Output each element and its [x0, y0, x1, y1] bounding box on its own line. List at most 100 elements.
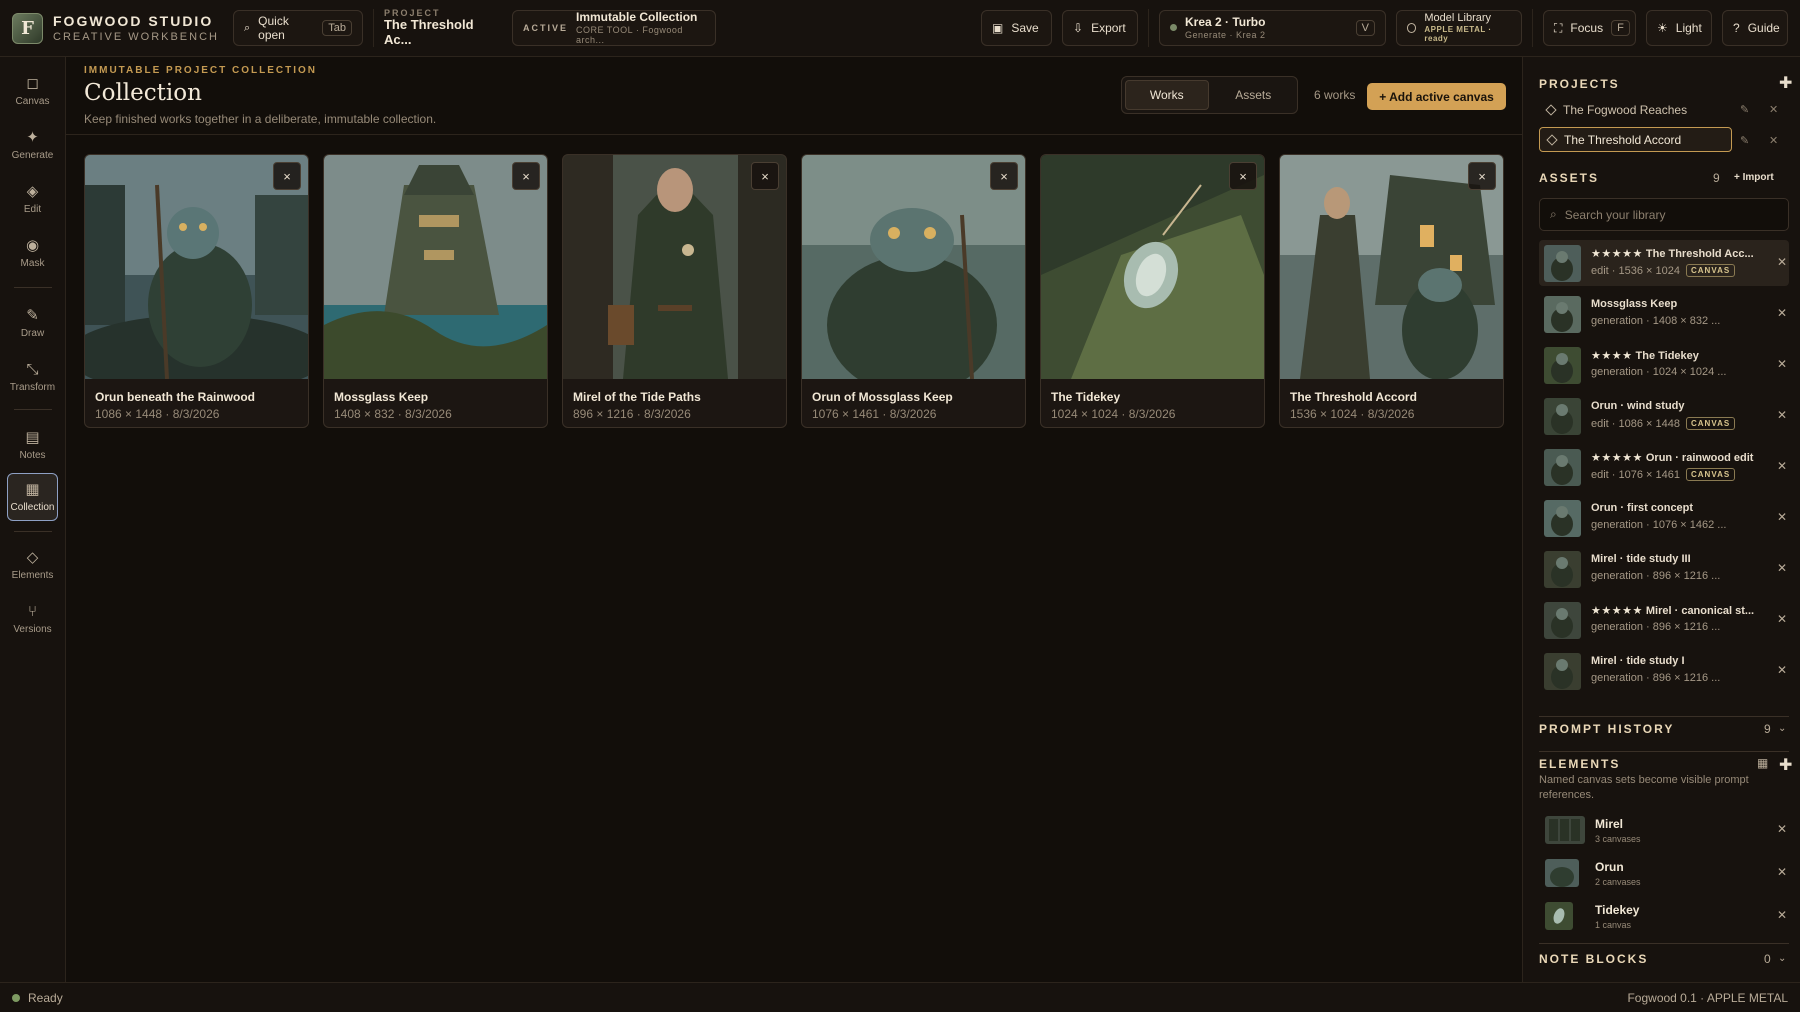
- rail-item-draw[interactable]: ✎ Draw: [7, 299, 58, 347]
- project-item[interactable]: The Threshold Accord: [1539, 127, 1732, 152]
- library-search-input[interactable]: [1564, 207, 1775, 222]
- brand: FOGWOOD STUDIO CREATIVE WORKBENCH: [53, 14, 219, 43]
- remove-element-icon[interactable]: ✕: [1777, 822, 1787, 836]
- rail-item-elements[interactable]: ◇ Elements: [7, 541, 58, 589]
- remove-asset-icon[interactable]: ✕: [1777, 561, 1787, 575]
- chevron-down-icon[interactable]: ⌄: [1778, 953, 1786, 964]
- prompt-history-title[interactable]: PROMPT HISTORY: [1539, 722, 1674, 736]
- remove-asset-icon[interactable]: ✕: [1777, 306, 1787, 320]
- project-switcher[interactable]: PROJECT The Threshold Ac...: [384, 8, 502, 48]
- tab-works[interactable]: Works: [1125, 80, 1209, 110]
- remove-asset-icon[interactable]: ✕: [1777, 510, 1787, 524]
- asset-item[interactable]: Mirel · tide study I generation · 896 × 1…: [1539, 648, 1789, 694]
- asset-item[interactable]: ★★★★ The Tidekey generation · 1024 × 1024…: [1539, 342, 1789, 388]
- note-blocks-title[interactable]: NOTE BLOCKS: [1539, 952, 1648, 966]
- remove-asset-icon[interactable]: ✕: [1777, 663, 1787, 677]
- save-label: Save: [1011, 21, 1039, 35]
- theme-toggle-button[interactable]: ☀ Light: [1646, 10, 1712, 46]
- export-button[interactable]: ⇩ Export: [1062, 10, 1138, 46]
- quick-open-shortcut: Tab: [322, 20, 352, 36]
- remove-asset-icon[interactable]: ✕: [1777, 255, 1787, 269]
- remove-work-button[interactable]: ×: [751, 162, 779, 190]
- work-card[interactable]: × Mirel of the Tide Paths 896 × 1216 · 8…: [562, 154, 787, 428]
- rail-divider: [14, 287, 52, 288]
- asset-meta-text: generation · 1408 × 832 ...: [1591, 315, 1721, 327]
- remove-element-icon[interactable]: ✕: [1777, 908, 1787, 922]
- remove-work-button[interactable]: ×: [1468, 162, 1496, 190]
- asset-meta: edit · 1086 × 1448 CANVAS: [1591, 417, 1736, 430]
- asset-title: Orun · first concept: [1591, 502, 1693, 514]
- note-blocks-count: 0: [1764, 952, 1771, 966]
- asset-meta-text: generation · 1024 × 1024 ...: [1591, 366, 1727, 378]
- asset-meta: generation · 896 × 1216 ...: [1591, 672, 1720, 684]
- guide-button[interactable]: ? Guide: [1722, 10, 1788, 46]
- remove-work-button[interactable]: ×: [1229, 162, 1257, 190]
- element-name: Orun: [1595, 860, 1624, 874]
- rail-item-edit[interactable]: ◈ Edit: [7, 175, 58, 223]
- rail-item-canvas[interactable]: ◻ Canvas: [7, 67, 58, 115]
- grid-view-icon[interactable]: ▦: [1757, 756, 1768, 770]
- chevron-down-icon[interactable]: ⌄: [1778, 723, 1786, 734]
- work-card[interactable]: × The Threshold Accord 1536 × 1024 · 8/3…: [1279, 154, 1504, 428]
- asset-item[interactable]: Mossglass Keep generation · 1408 × 832 ..…: [1539, 291, 1789, 337]
- model-library-button[interactable]: Model Library APPLE METAL · ready: [1396, 10, 1522, 46]
- asset-item[interactable]: Orun · wind study edit · 1086 × 1448 CANVA…: [1539, 393, 1789, 439]
- remove-work-button[interactable]: ×: [273, 162, 301, 190]
- rail-item-generate[interactable]: ✦ Generate: [7, 121, 58, 169]
- rename-project-icon[interactable]: ✎: [1740, 103, 1749, 116]
- remove-asset-icon[interactable]: ✕: [1777, 612, 1787, 626]
- asset-meta: generation · 1024 × 1024 ...: [1591, 366, 1726, 378]
- sun-icon: ☀: [1657, 21, 1668, 35]
- active-tool-indicator[interactable]: ACTIVE Immutable Collection CORE TOOL · …: [511, 10, 716, 46]
- element-item[interactable]: Mirel 3 canvases ✕: [1539, 812, 1789, 850]
- asset-item[interactable]: Mirel · tide study III generation · 896 ×…: [1539, 546, 1789, 592]
- add-active-canvas-button[interactable]: + Add active canvas: [1367, 83, 1506, 110]
- asset-item[interactable]: ★★★★★ The Threshold Acc... edit · 1536 × …: [1539, 240, 1789, 286]
- remove-element-icon[interactable]: ✕: [1777, 865, 1787, 879]
- asset-item[interactable]: Orun · first concept generation · 1076 × …: [1539, 495, 1789, 541]
- delete-project-icon[interactable]: ✕: [1769, 103, 1778, 116]
- remove-asset-icon[interactable]: ✕: [1777, 459, 1787, 473]
- save-icon: ▣: [992, 21, 1004, 35]
- asset-item[interactable]: ★★★★★ Mirel · canonical st... generation …: [1539, 597, 1789, 643]
- element-item[interactable]: Tidekey 1 canvas ✕: [1539, 898, 1789, 936]
- circle-icon: ◉: [25, 236, 40, 254]
- work-card[interactable]: × Mossglass Keep 1408 × 832 · 8/3/2026: [323, 154, 548, 428]
- notes-icon: ▤: [25, 428, 40, 446]
- asset-thumbnail: [1544, 602, 1581, 639]
- model-library-status: APPLE METAL · ready: [1424, 25, 1492, 44]
- delete-project-icon[interactable]: ✕: [1769, 134, 1778, 147]
- element-item[interactable]: Orun 2 canvases ✕: [1539, 855, 1789, 893]
- work-title: Mirel of the Tide Paths: [573, 390, 701, 404]
- model-selector[interactable]: Krea 2 · Turbo Generate · Krea 2 V: [1159, 10, 1386, 46]
- add-project-button[interactable]: ✚: [1779, 73, 1792, 93]
- remove-asset-icon[interactable]: ✕: [1777, 357, 1787, 371]
- work-card[interactable]: × Orun beneath the Rainwood 1086 × 1448 …: [84, 154, 309, 428]
- element-thumbnail: [1545, 902, 1573, 930]
- rail-item-notes[interactable]: ▤ Notes: [7, 421, 58, 469]
- model-sub: Generate · Krea 2: [1185, 29, 1266, 40]
- add-element-button[interactable]: ✚: [1779, 755, 1792, 775]
- quick-open-button[interactable]: ⌕ Quick open Tab: [232, 10, 363, 46]
- save-button[interactable]: ▣ Save: [981, 10, 1052, 46]
- asset-meta: edit · 1536 × 1024 CANVAS: [1591, 264, 1736, 277]
- remove-work-button[interactable]: ×: [512, 162, 540, 190]
- rail-item-versions[interactable]: ⑂ Versions: [7, 595, 58, 643]
- focus-button[interactable]: ⛶ Focus F: [1543, 10, 1636, 46]
- work-card[interactable]: × Orun of Mossglass Keep 1076 × 1461 · 8…: [801, 154, 1026, 428]
- work-card[interactable]: × The Tidekey 1024 × 1024 · 8/3/2026: [1040, 154, 1265, 428]
- rail-item-collection[interactable]: ▦ Collection: [7, 473, 58, 521]
- remove-asset-icon[interactable]: ✕: [1777, 408, 1787, 422]
- project-item[interactable]: The Fogwood Reaches: [1539, 97, 1732, 122]
- rail-item-transform[interactable]: ⤡ Transform: [7, 353, 58, 401]
- canvas-badge: CANVAS: [1686, 468, 1736, 481]
- import-button[interactable]: + Import: [1734, 172, 1774, 183]
- asset-meta-text: generation · 896 × 1216 ...: [1591, 570, 1721, 582]
- tab-assets[interactable]: Assets: [1213, 80, 1295, 110]
- asset-item[interactable]: ★★★★★ Orun · rainwood edit edit · 1076 × …: [1539, 444, 1789, 490]
- collection-main: IMMUTABLE PROJECT COLLECTION Collection …: [66, 57, 1522, 982]
- rename-project-icon[interactable]: ✎: [1740, 134, 1749, 147]
- rail-item-mask[interactable]: ◉ Mask: [7, 229, 58, 277]
- remove-work-button[interactable]: ×: [990, 162, 1018, 190]
- rating-stars: ★★★★★: [1591, 605, 1643, 617]
